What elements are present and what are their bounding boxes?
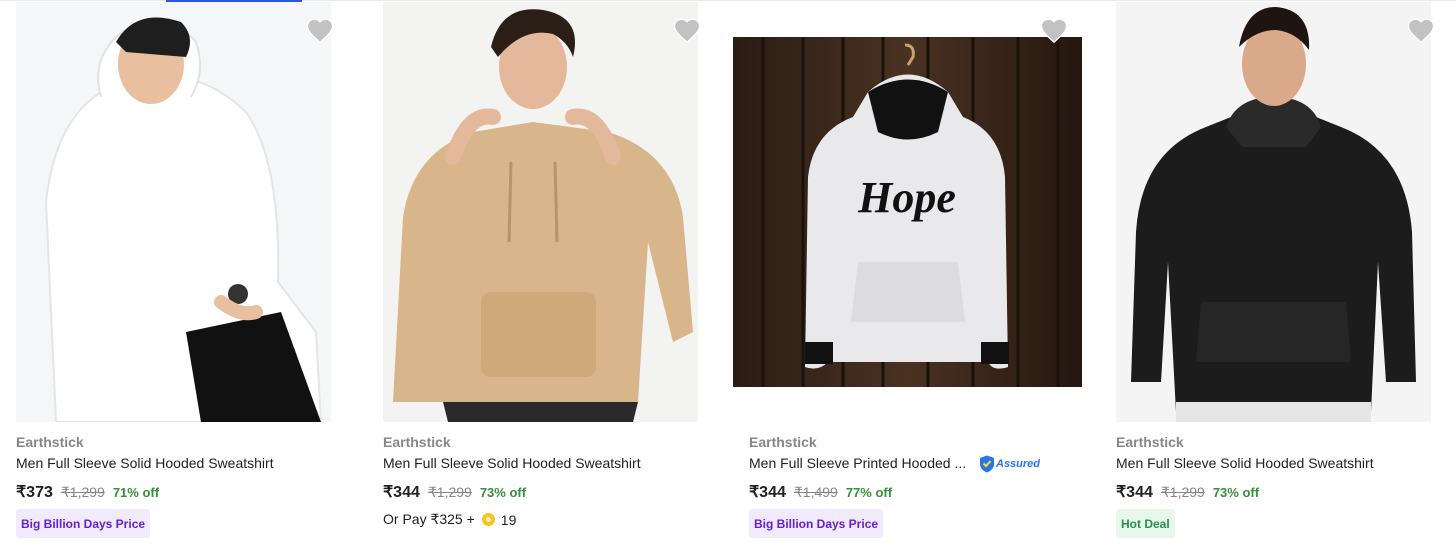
product-card[interactable]: Earthstick Men Full Sleeve Solid Hooded … xyxy=(16,0,366,545)
product-title[interactable]: Men Full Sleeve Solid Hooded Sweatshirt xyxy=(16,455,274,471)
product-image-area[interactable] xyxy=(1116,0,1456,422)
offer-badge: Big Billion Days Price xyxy=(16,509,151,538)
product-image-area[interactable]: Hope xyxy=(733,0,1099,422)
product-image-area[interactable] xyxy=(383,0,733,422)
discount-percent: 77% off xyxy=(845,485,893,500)
product-image[interactable] xyxy=(383,2,698,422)
price-row: ₹344 ₹1,299 73% off xyxy=(383,482,526,502)
selling-price: ₹373 xyxy=(16,484,53,501)
product-title[interactable]: Men Full Sleeve Printed Hooded ... xyxy=(749,455,966,471)
or-pay-text: Or Pay ₹325 + xyxy=(383,511,475,527)
product-card[interactable]: Hope Earthstick Men Full Sleeve Printed … xyxy=(733,0,1099,545)
product-title[interactable]: Men Full Sleeve Solid Hooded Sweatshirt xyxy=(383,455,641,471)
discount-percent: 73% off xyxy=(479,485,527,500)
brand-name: Earthstick xyxy=(749,434,817,450)
hot-deal-badge: Hot Deal xyxy=(1116,509,1175,538)
assured-label: Assured xyxy=(996,458,1041,470)
product-image[interactable]: Hope xyxy=(733,37,1082,387)
coin-count: 19 xyxy=(500,511,517,528)
product-card[interactable]: Earthstick Men Full Sleeve Solid Hooded … xyxy=(1116,0,1456,545)
brand-name: Earthstick xyxy=(383,434,451,450)
supercoin-offer: Or Pay ₹325 + 19 xyxy=(383,511,516,528)
product-title[interactable]: Men Full Sleeve Solid Hooded Sweatshirt xyxy=(1116,455,1374,471)
original-price: ₹1,299 xyxy=(1160,484,1205,500)
product-image[interactable] xyxy=(16,2,331,422)
print-text: Hope xyxy=(857,173,956,222)
supercoin-icon xyxy=(481,513,495,526)
selling-price: ₹344 xyxy=(749,484,786,501)
product-image[interactable] xyxy=(1116,2,1431,422)
original-price: ₹1,299 xyxy=(60,484,105,500)
price-row: ₹344 ₹1,499 77% off xyxy=(749,482,892,502)
price-row: ₹344 ₹1,299 73% off xyxy=(1116,482,1259,502)
product-image-area[interactable] xyxy=(16,0,366,422)
price-row: ₹373 ₹1,299 71% off xyxy=(16,482,159,502)
discount-percent: 71% off xyxy=(112,485,160,500)
selling-price: ₹344 xyxy=(383,484,420,501)
assured-badge: Assured xyxy=(979,455,1040,473)
product-card[interactable]: Earthstick Men Full Sleeve Solid Hooded … xyxy=(383,0,733,545)
wishlist-heart-icon[interactable] xyxy=(1039,16,1069,46)
product-grid: Earthstick Men Full Sleeve Solid Hooded … xyxy=(0,0,1456,545)
wishlist-heart-icon[interactable] xyxy=(305,16,335,46)
wishlist-heart-icon[interactable] xyxy=(672,16,702,46)
brand-name: Earthstick xyxy=(16,434,84,450)
selling-price: ₹344 xyxy=(1116,484,1153,501)
shield-icon xyxy=(980,455,994,473)
original-price: ₹1,299 xyxy=(427,484,472,500)
original-price: ₹1,499 xyxy=(793,484,838,500)
brand-name: Earthstick xyxy=(1116,434,1184,450)
discount-percent: 73% off xyxy=(1212,485,1260,500)
offer-badge: Big Billion Days Price xyxy=(749,509,884,538)
wishlist-heart-icon[interactable] xyxy=(1406,16,1436,46)
